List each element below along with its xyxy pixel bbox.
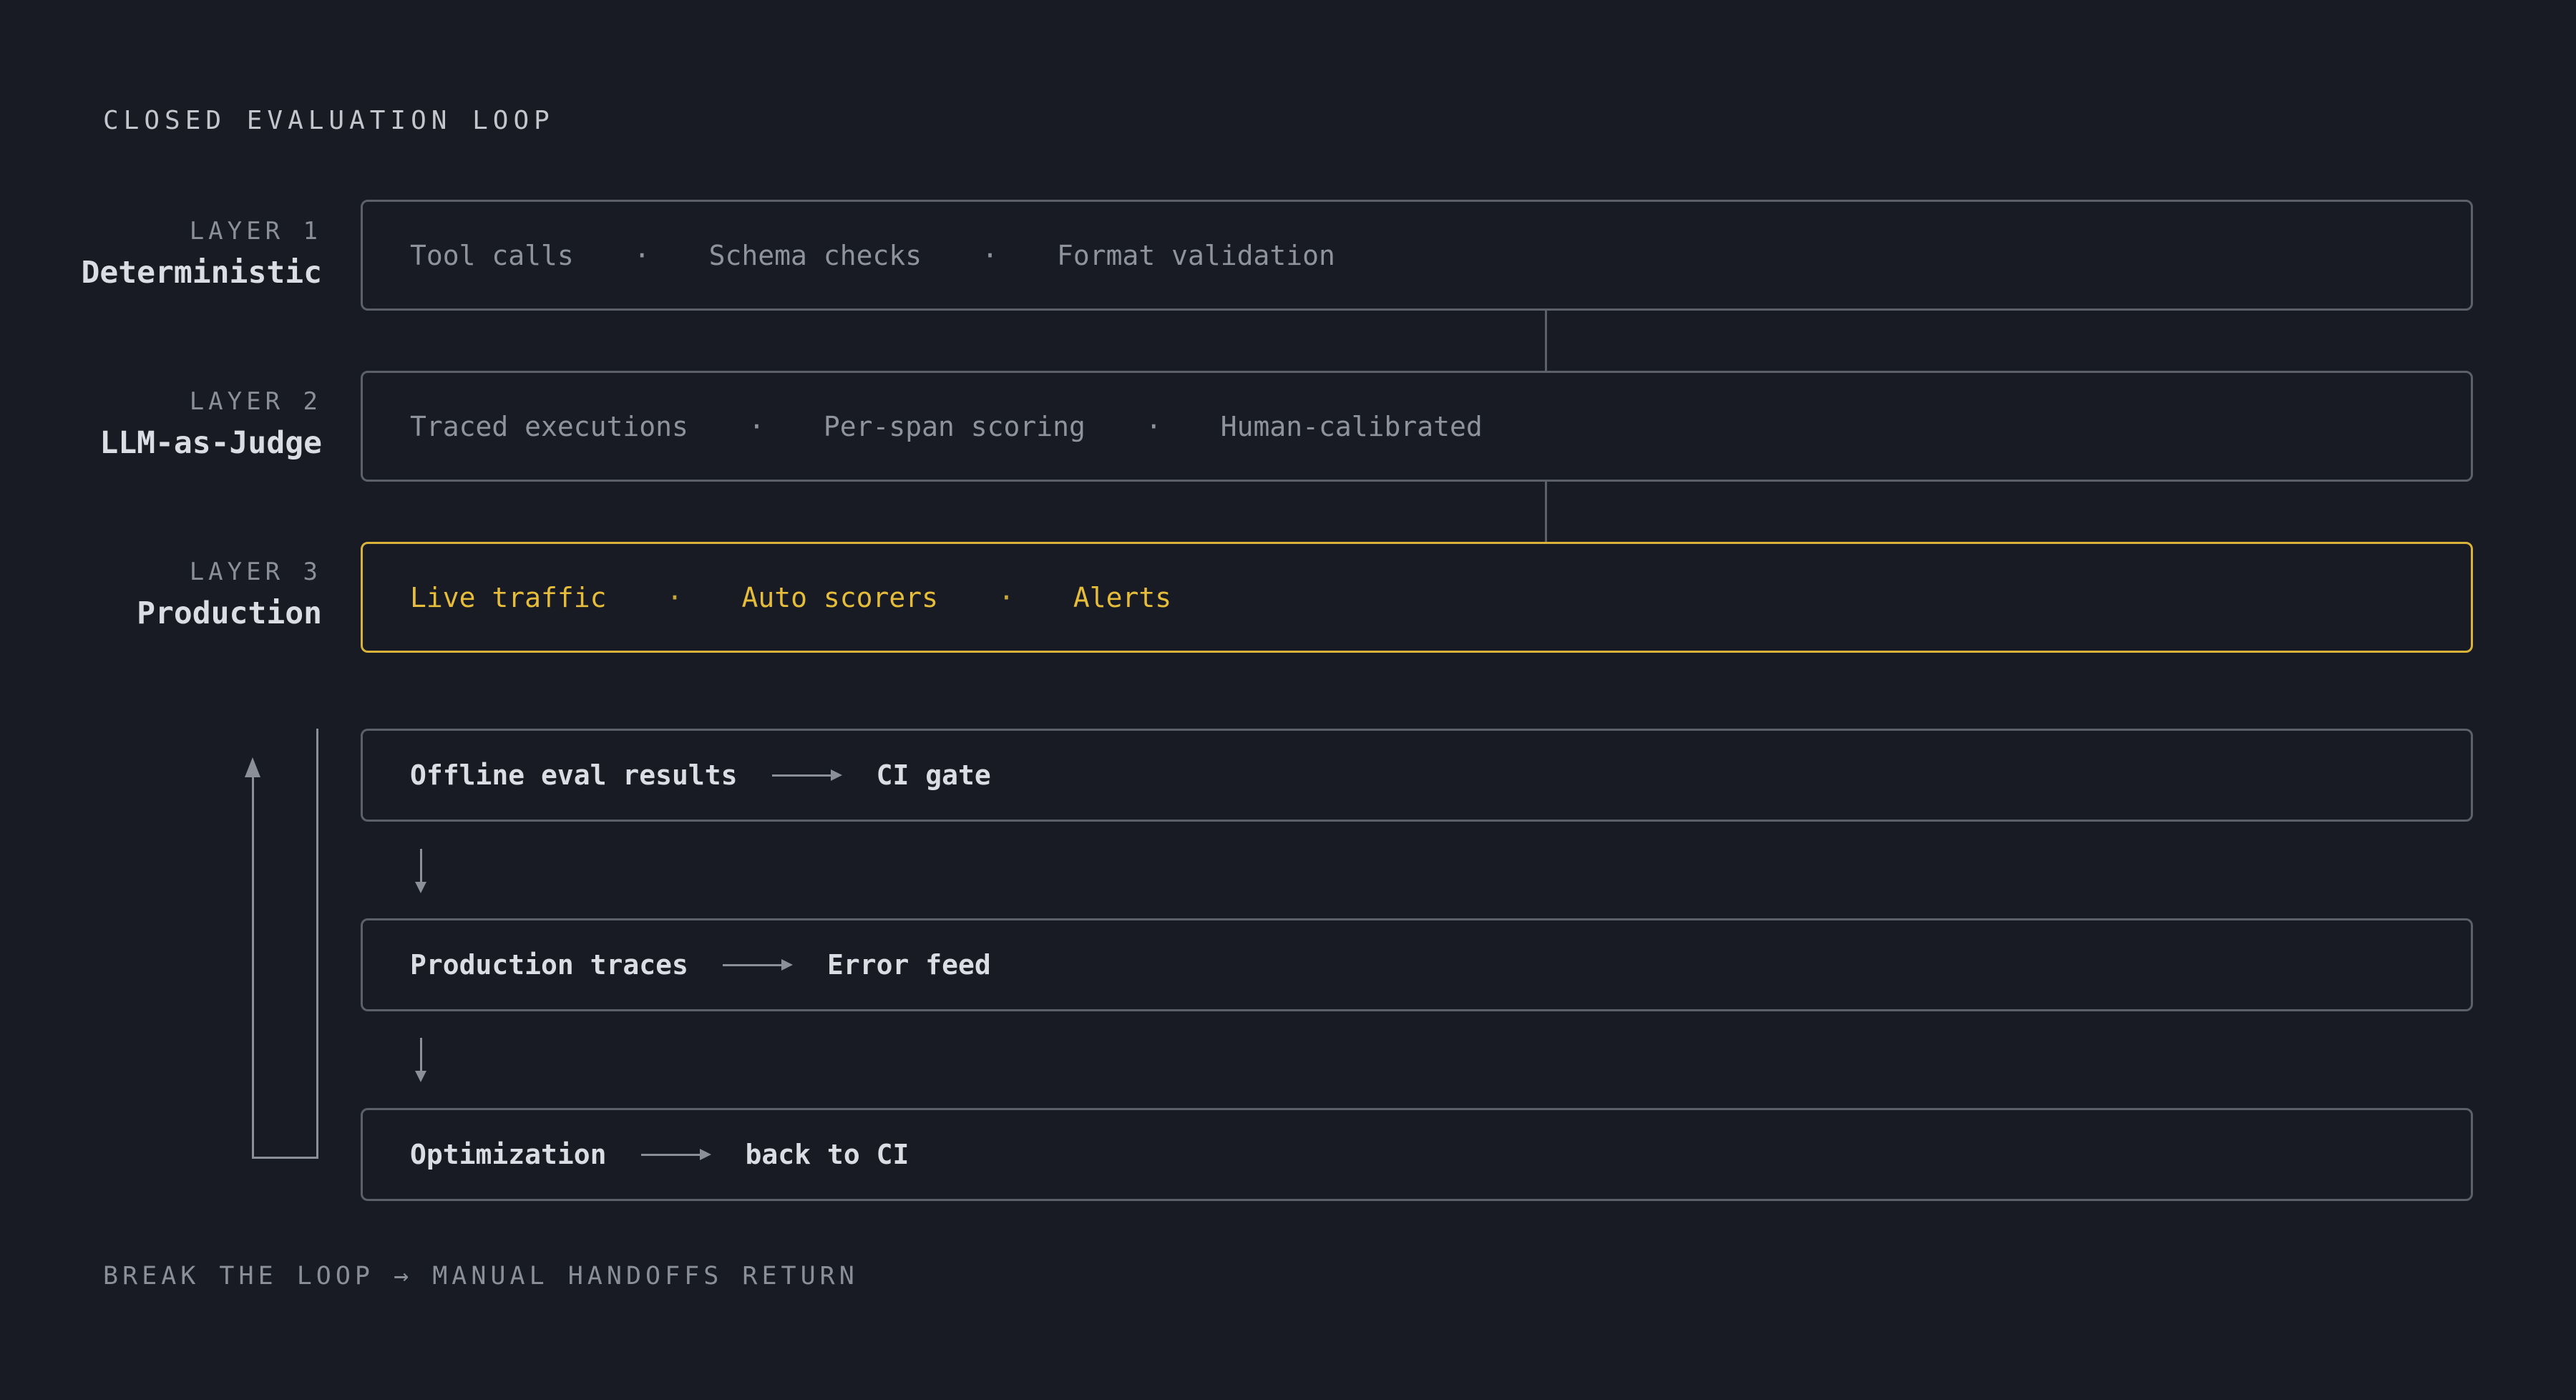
layer-1-box: Tool calls · Schema checks · Format vali… xyxy=(361,200,2473,311)
flow-step-2: Production traces Error feed xyxy=(361,918,2473,1011)
diagram-title: CLOSED EVALUATION LOOP xyxy=(103,106,555,135)
layer-1-number: LAYER 1 xyxy=(189,217,322,246)
layer-2-box: Traced executions · Per-span scoring · H… xyxy=(361,371,2473,482)
arrow-right-icon xyxy=(640,1149,711,1160)
separator-dot: · xyxy=(997,581,1015,613)
layer-2-number: LAYER 2 xyxy=(189,387,322,416)
arrow-down-icon xyxy=(415,1038,426,1082)
flow-step-3-source: Optimization xyxy=(410,1139,607,1170)
flow-step-1-source: Offline eval results xyxy=(410,759,738,791)
layer-2-item: Per-span scoring xyxy=(823,410,1085,442)
layer-1-item: Format validation xyxy=(1056,239,1335,271)
separator-dot: · xyxy=(666,581,683,613)
layer-1-item: Schema checks xyxy=(708,239,922,271)
flow-step-2-target: Error feed xyxy=(826,949,991,981)
separator-dot: · xyxy=(748,410,765,442)
layer-3-number: LAYER 3 xyxy=(189,558,322,586)
separator-dot: · xyxy=(633,239,650,271)
arrow-down-icon xyxy=(415,849,426,893)
arrow-right-icon xyxy=(771,769,842,781)
loop-arrow-up-icon xyxy=(245,757,260,777)
separator-dot: · xyxy=(982,239,998,271)
separator-dot: · xyxy=(1145,410,1162,442)
layer-2-label: LAYER 2 LLM-as-Judge xyxy=(99,387,322,463)
layer-1-name: Deterministic xyxy=(81,255,322,291)
loop-line-right xyxy=(316,729,318,1159)
layer-3-box: Live traffic · Auto scorers · Alerts xyxy=(361,542,2473,653)
flow-step-2-source: Production traces xyxy=(410,949,688,981)
layer-3-label: LAYER 3 Production xyxy=(137,558,322,633)
loop-line-left xyxy=(252,773,254,1159)
arrow-right-icon xyxy=(722,959,793,971)
flow-step-1-target: CI gate xyxy=(876,759,991,791)
flow-step-1: Offline eval results CI gate xyxy=(361,729,2473,822)
layer-3-item: Alerts xyxy=(1073,581,1172,613)
layer-1-label: LAYER 1 Deterministic xyxy=(81,217,322,293)
layer-connector xyxy=(1545,311,1547,371)
loop-line-bottom xyxy=(252,1157,318,1159)
layer-1-item: Tool calls xyxy=(410,239,574,271)
layer-3-item: Auto scorers xyxy=(741,581,938,613)
footer-note: BREAK THE LOOP → MANUAL HANDOFFS RETURN xyxy=(103,1262,859,1290)
layer-3-item: Live traffic xyxy=(410,581,607,613)
flow-step-3-target: back to CI xyxy=(745,1139,909,1170)
layer-2-item: Human-calibrated xyxy=(1220,410,1483,442)
flow-step-3: Optimization back to CI xyxy=(361,1108,2473,1201)
layer-connector xyxy=(1545,482,1547,542)
layer-2-name: LLM-as-Judge xyxy=(99,425,322,461)
layer-3-name: Production xyxy=(137,596,322,631)
layer-2-item: Traced executions xyxy=(410,410,688,442)
